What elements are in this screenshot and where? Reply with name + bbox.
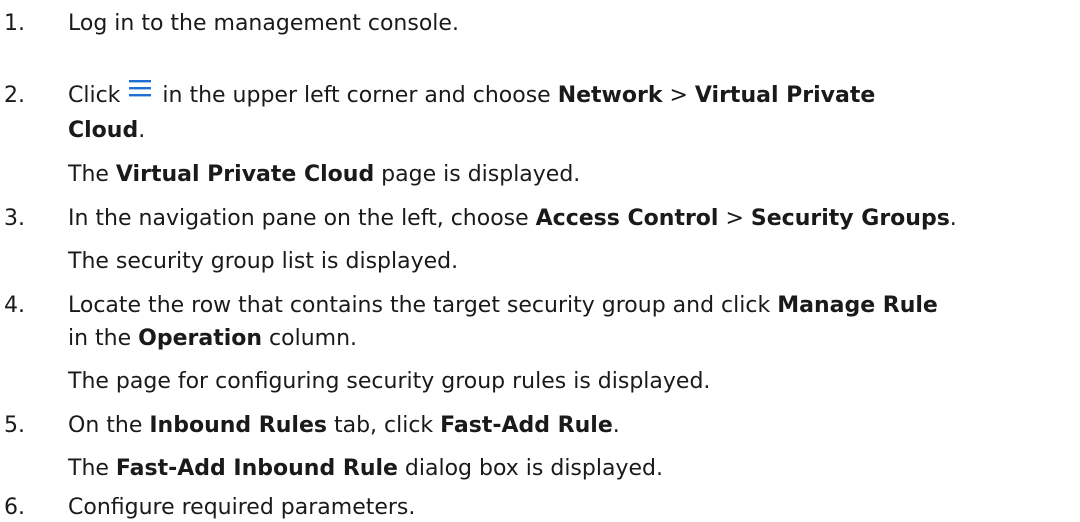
step-text: Configure required parameters. [68, 495, 416, 520]
step-text: Locate the row that contains the target … [68, 293, 938, 318]
step-text: On the Inbound Rules tab, click Fast-Add… [68, 413, 620, 438]
step-number: 1. [4, 11, 25, 36]
step-text: Log in to the management console. [68, 11, 459, 36]
step-number: 2. [4, 83, 25, 108]
step-number: 4. [4, 293, 25, 318]
step-text: Click in the upper left corner and choos… [68, 79, 875, 110]
menu-icon [129, 79, 152, 97]
step-number: 3. [4, 206, 25, 231]
step-text: In the navigation pane on the left, choo… [68, 206, 957, 231]
step-number: 5. [4, 413, 25, 438]
step-number: 6. [4, 495, 25, 520]
